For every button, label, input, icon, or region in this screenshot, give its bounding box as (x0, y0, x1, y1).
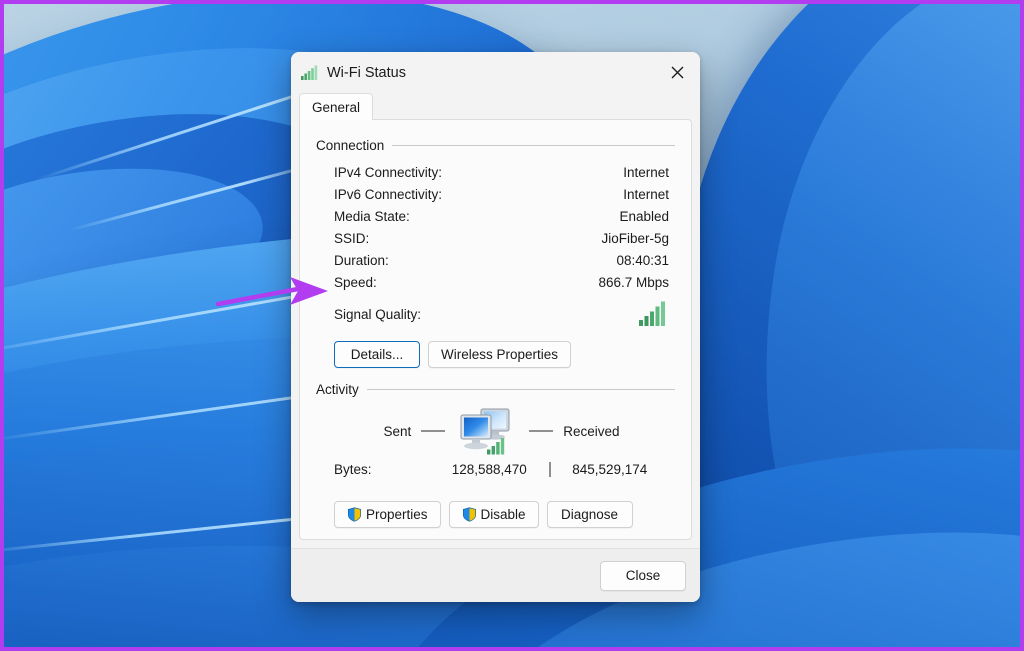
row-value: 08:40:31 (616, 252, 669, 268)
two-monitors-network-icon (455, 405, 519, 457)
wireless-properties-button[interactable]: Wireless Properties (428, 341, 572, 368)
dialog-footer: Close (291, 548, 700, 602)
row-label: IPv4 Connectivity: (334, 164, 443, 180)
row-value: Internet (623, 164, 669, 180)
row-value: Internet (623, 186, 669, 202)
disable-button[interactable]: Disable (448, 501, 539, 528)
close-icon[interactable] (654, 52, 700, 93)
uac-shield-icon (347, 507, 362, 522)
row-label: SSID: (334, 230, 370, 246)
wifi-signal-bars-icon (301, 65, 318, 80)
row-value: JioFiber-5g (601, 230, 669, 246)
disable-button-label: Disable (480, 507, 526, 522)
bytes-sent-value: 128,588,470 (451, 461, 527, 477)
row-label: Media State: (334, 208, 410, 224)
signal-quality-label: Signal Quality: (334, 306, 422, 322)
row-ipv6-connectivity: IPv6 Connectivity: Internet (334, 183, 669, 205)
bytes-row: Bytes: 128,588,470 845,529,174 (334, 457, 669, 481)
tab-general-label: General (312, 99, 361, 115)
diagnose-button-label: Diagnose (561, 507, 619, 522)
row-signal-quality: Signal Quality: (334, 299, 669, 329)
row-value: 866.7 Mbps (598, 274, 669, 290)
details-button-label: Details... (350, 347, 404, 362)
bytes-label: Bytes: (334, 461, 372, 477)
properties-button[interactable]: Properties (334, 501, 441, 528)
received-label: Received (563, 423, 620, 439)
tab-general[interactable]: General (299, 93, 374, 120)
activity-group: Activity Sent Received Bytes: 128,588,47… (316, 382, 675, 481)
connection-button-row: Details... Wireless Properties (316, 341, 675, 368)
group-divider (366, 389, 675, 390)
dialog-titlebar[interactable]: Wi-Fi Status (291, 52, 700, 93)
activity-group-header: Activity (316, 382, 675, 397)
properties-button-label: Properties (366, 507, 428, 522)
row-ipv4-connectivity: IPv4 Connectivity: Internet (334, 161, 669, 183)
group-divider (392, 145, 675, 146)
signal-bars-icon (639, 301, 665, 326)
row-label: Speed: (334, 274, 377, 290)
activity-header-row: Sent Received (334, 405, 669, 457)
row-duration: Duration: 08:40:31 (334, 249, 669, 271)
wireless-properties-button-label: Wireless Properties (441, 347, 559, 362)
tab-strip: General (291, 93, 700, 120)
connector-line-left (421, 430, 446, 432)
wifi-status-dialog: Wi-Fi Status General Connection IPv4 Con… (291, 52, 700, 602)
sent-label: Sent (383, 423, 412, 439)
close-button-label: Close (625, 568, 661, 583)
row-speed: Speed: 866.7 Mbps (334, 271, 669, 293)
row-label: Duration: (334, 252, 389, 268)
row-label: IPv6 Connectivity: (334, 186, 443, 202)
dialog-title: Wi-Fi Status (327, 64, 406, 81)
connection-group: Connection IPv4 Connectivity: Internet I… (316, 138, 675, 368)
connection-group-header: Connection (316, 138, 675, 153)
uac-shield-icon (462, 507, 476, 522)
connector-line-right (529, 430, 554, 432)
details-button[interactable]: Details... (334, 341, 420, 368)
activity-group-title: Activity (316, 382, 359, 397)
connection-group-title: Connection (316, 138, 385, 153)
diagnose-button[interactable]: Diagnose (546, 501, 633, 528)
row-media-state: Media State: Enabled (334, 205, 669, 227)
connection-rows: IPv4 Connectivity: Internet IPv6 Connect… (316, 161, 675, 329)
general-tab-panel: Connection IPv4 Connectivity: Internet I… (299, 119, 692, 540)
action-button-row: Properties Disable Diagnose (316, 501, 675, 528)
row-value: Enabled (619, 208, 669, 224)
row-ssid: SSID: JioFiber-5g (334, 227, 669, 249)
close-button[interactable]: Close (600, 560, 686, 591)
activity-grid: Sent Received Bytes: 128,588,470 845,529… (316, 405, 675, 481)
screen: Wi-Fi Status General Connection IPv4 Con… (0, 0, 1024, 651)
bytes-received-value: 845,529,174 (572, 461, 648, 477)
